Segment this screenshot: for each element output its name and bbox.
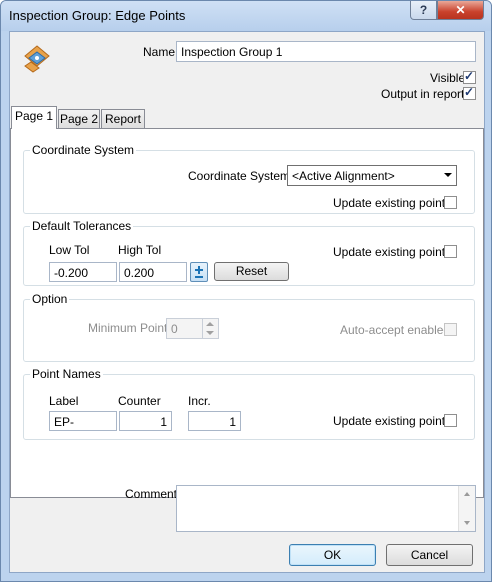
name-field[interactable]: Inspection Group 1	[176, 41, 476, 62]
coordinate-system-dropdown[interactable]: <Active Alignment>	[287, 165, 457, 186]
coordinate-system-update-label: Update existing points	[333, 196, 452, 210]
ok-button[interactable]: OK	[289, 544, 376, 566]
label-field[interactable]: EP-	[49, 411, 117, 431]
scroll-down-icon	[464, 521, 470, 525]
tab-report[interactable]: Report	[101, 109, 145, 129]
tab-page-2[interactable]: Page 2	[58, 109, 100, 129]
tolerances-update-checkbox[interactable]	[444, 245, 457, 258]
option-group-title: Option	[30, 292, 70, 306]
label-column-label: Label	[49, 394, 79, 408]
plus-minus-icon	[195, 266, 203, 278]
coordinate-system-group-title: Coordinate System	[30, 143, 137, 157]
low-tol-label: Low Tol	[49, 243, 90, 257]
dialog-window: Inspection Group: Edge Points ? ✕ Name I…	[0, 0, 492, 582]
name-label: Name	[143, 45, 176, 59]
coordinate-system-selected: <Active Alignment>	[292, 169, 395, 183]
close-button[interactable]: ✕	[437, 1, 484, 20]
spin-buttons[interactable]	[202, 319, 218, 338]
auto-accept-label: Auto-accept enabled	[340, 323, 451, 337]
minimum-points-value: 0	[171, 322, 178, 336]
default-tolerances-group-title: Default Tolerances	[30, 219, 134, 233]
output-in-report-label: Output in report	[381, 87, 465, 101]
reset-button[interactable]: Reset	[214, 262, 289, 281]
incr-column-label: Incr.	[188, 394, 211, 408]
auto-accept-checkbox[interactable]	[444, 323, 457, 336]
dialog-client-area: Name Inspection Group 1 Visible Output i…	[9, 31, 485, 573]
counter-field[interactable]: 1	[119, 411, 172, 431]
counter-column-label: Counter	[118, 394, 161, 408]
visible-label: Visible	[430, 71, 466, 85]
tab-page-1[interactable]: Page 1	[11, 106, 57, 129]
tolerances-update-label: Update existing points	[333, 245, 452, 259]
comment-scrollbar[interactable]	[458, 486, 475, 531]
high-tol-label: High Tol	[118, 243, 162, 257]
inspection-group-icon	[24, 45, 50, 73]
high-tol-field[interactable]: 0.200	[119, 262, 187, 282]
spin-down-icon	[206, 331, 214, 335]
scroll-up-icon	[464, 492, 470, 496]
cancel-button[interactable]: Cancel	[386, 544, 473, 566]
chevron-down-icon	[444, 173, 452, 177]
title-bar: Inspection Group: Edge Points ? ✕	[1, 1, 491, 31]
point-names-update-label: Update existing points	[333, 414, 452, 428]
minimum-points-stepper[interactable]: 0	[166, 318, 219, 339]
comment-label: Comment	[125, 487, 178, 501]
comment-textarea[interactable]	[176, 485, 476, 532]
point-names-update-checkbox[interactable]	[444, 414, 457, 427]
incr-field[interactable]: 1	[188, 411, 241, 431]
tab-panel-page-1: Coordinate System Coordinate System <Act…	[10, 128, 484, 498]
help-button[interactable]: ?	[410, 1, 437, 20]
point-names-group-title: Point Names	[30, 367, 103, 381]
low-tol-field[interactable]: -0.200	[49, 262, 117, 282]
coordinate-system-label: Coordinate System	[188, 169, 291, 183]
spin-up-icon	[206, 322, 214, 326]
visible-checkbox[interactable]	[463, 69, 476, 84]
sync-tolerance-button[interactable]	[190, 262, 208, 282]
minimum-points-label: Minimum Points	[88, 321, 174, 335]
window-title: Inspection Group: Edge Points	[9, 8, 186, 23]
output-in-report-checkbox[interactable]	[463, 85, 476, 100]
coordinate-system-update-checkbox[interactable]	[444, 196, 457, 209]
